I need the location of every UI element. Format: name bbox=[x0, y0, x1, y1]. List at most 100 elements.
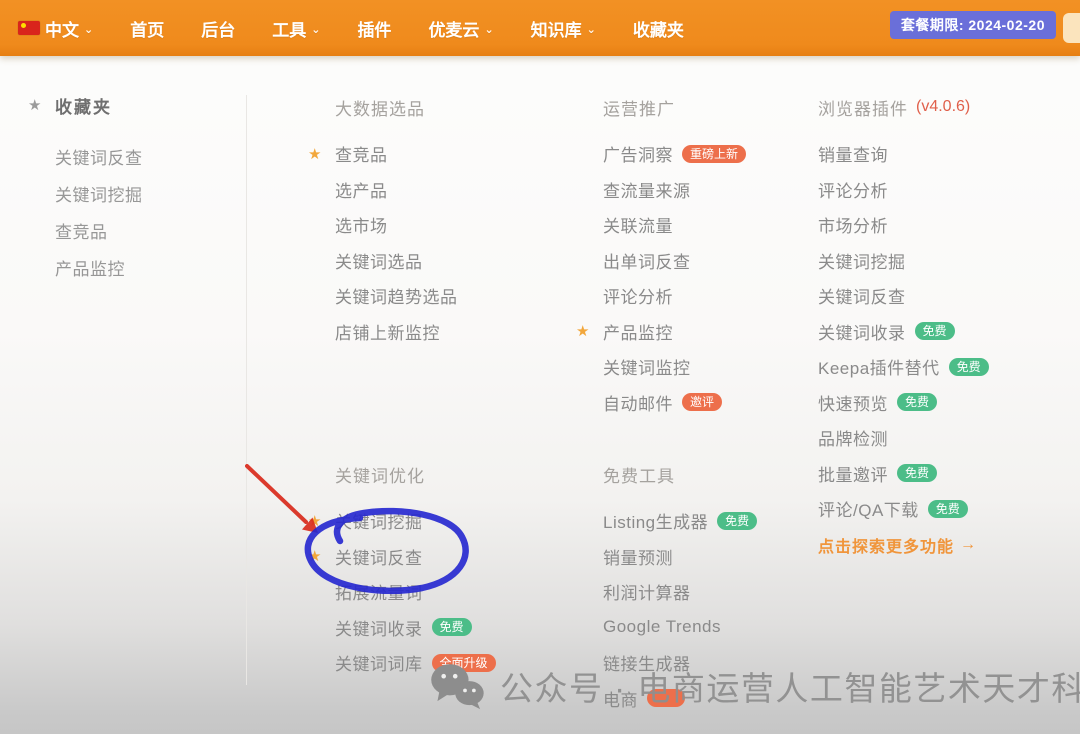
free-badge: 免费 bbox=[717, 512, 757, 530]
nav-favorites[interactable]: 收藏夹 bbox=[633, 16, 684, 41]
free-badge: 免费 bbox=[928, 500, 968, 518]
menu-item-sales-query[interactable]: 销量查询 bbox=[818, 136, 989, 172]
menu-item-keepa-alternative[interactable]: Keepa插件替代免费 bbox=[818, 349, 989, 385]
nav-backend-label: 后台 bbox=[201, 16, 235, 41]
menu-item-auto-email[interactable]: 自动邮件邀评 bbox=[576, 385, 746, 421]
menu-item-market-analysis[interactable]: 市场分析 bbox=[818, 207, 989, 243]
menu-item-review-analysis-ext[interactable]: 评论分析 bbox=[818, 172, 989, 208]
chevron-down-icon: ⌄ bbox=[84, 23, 93, 36]
menu-item-keyword-mining-ext[interactable]: 关键词挖掘 bbox=[818, 243, 989, 279]
top-navigation: 中文 ⌄ 首页 后台 工具 ⌄ 插件 优麦云 ⌄ 知识库 ⌄ 收藏夹 套餐期限:… bbox=[0, 0, 1080, 56]
menu-item-review-qa-download[interactable]: 评论/QA下载免费 bbox=[818, 491, 989, 527]
menu-item-keyword-reverse[interactable]: ★关键词反查 bbox=[308, 539, 496, 575]
menu-item-keyword-index[interactable]: 关键词收录免费 bbox=[308, 610, 496, 646]
section-keyword-opt-title: 关键词优化 bbox=[308, 455, 496, 493]
cutoff-nav-icon bbox=[1063, 13, 1080, 43]
china-flag-icon bbox=[18, 21, 40, 35]
nav-knowledge-label: 知识库 bbox=[531, 16, 582, 41]
star-icon: ★ bbox=[308, 145, 335, 163]
new-badge: 重磅上新 bbox=[682, 145, 746, 163]
menu-item-expand-traffic-words[interactable]: 拓展流量词 bbox=[308, 574, 496, 610]
chevron-down-icon: ⌄ bbox=[587, 23, 596, 36]
menu-item-ad-insight[interactable]: 广告洞察重磅上新 bbox=[576, 136, 746, 172]
menu-item-keyword-reverse-ext[interactable]: 关键词反查 bbox=[818, 278, 989, 314]
menu-item-select-product[interactable]: 选产品 bbox=[308, 172, 458, 208]
upgrade-badge: 全面升级 bbox=[432, 654, 496, 672]
menu-item-shop-new-monitor[interactable]: 店铺上新监控 bbox=[308, 314, 458, 350]
menu-item-traffic-source[interactable]: 查流量来源 bbox=[576, 172, 746, 208]
page: 中文 ⌄ 首页 后台 工具 ⌄ 插件 优麦云 ⌄ 知识库 ⌄ 收藏夹 套餐期限:… bbox=[0, 0, 1080, 734]
menu-item-sales-forecast[interactable]: 销量预测 bbox=[576, 539, 757, 575]
extension-version: (v4.0.6) bbox=[916, 98, 970, 116]
menu-item-related-traffic[interactable]: 关联流量 bbox=[576, 207, 746, 243]
section-keyword-opt: 关键词优化 ★关键词挖掘 ★关键词反查 拓展流量词 关键词收录免费 关键词词库全… bbox=[308, 455, 496, 681]
favorites-title-label: 收藏夹 bbox=[55, 93, 112, 118]
nav-backend[interactable]: 后台 bbox=[201, 16, 235, 41]
nav-favorites-label: 收藏夹 bbox=[633, 16, 684, 41]
sidebar-item-keyword-reverse[interactable]: 关键词反查 bbox=[55, 138, 143, 175]
chevron-down-icon: ⌄ bbox=[484, 23, 493, 36]
menu-item-bulk-review-request[interactable]: 批量邀评免费 bbox=[818, 456, 989, 492]
menu-item-keyword-trend-select[interactable]: 关键词趋势选品 bbox=[308, 278, 458, 314]
section-extension: 浏览器插件 (v4.0.6) 销量查询 评论分析 市场分析 关键词挖掘 关键词反… bbox=[818, 88, 989, 557]
section-big-data: 大数据选品 ★查竞品 选产品 选市场 关键词选品 关键词趋势选品 店铺上新监控 bbox=[308, 88, 458, 349]
red-arrow-line bbox=[247, 466, 306, 522]
favorites-title: ★ 收藏夹 bbox=[28, 86, 143, 124]
nav-youmaiyun-label: 优麦云 bbox=[428, 16, 479, 41]
free-badge: 免费 bbox=[897, 393, 937, 411]
menu-item-keyword-thesaurus[interactable]: 关键词词库全面升级 bbox=[308, 645, 496, 681]
nav-plugin[interactable]: 插件 bbox=[357, 16, 391, 41]
favorites-sidebar: ★ 收藏夹 关键词反查 关键词挖掘 查竞品 产品监控 bbox=[28, 86, 143, 286]
plan-expiry-badge: 套餐期限: 2024-02-20 bbox=[890, 11, 1056, 39]
menu-item-order-word-reverse[interactable]: 出单词反查 bbox=[576, 243, 746, 279]
chevron-down-icon: ⌄ bbox=[311, 23, 320, 36]
menu-item-review-analysis[interactable]: 评论分析 bbox=[576, 278, 746, 314]
menu-item-keyword-monitor[interactable]: 关键词监控 bbox=[576, 349, 746, 385]
menu-item-product-monitor[interactable]: ★产品监控 bbox=[576, 314, 746, 350]
section-operation-title: 运营推广 bbox=[576, 88, 746, 126]
star-icon: ★ bbox=[28, 96, 55, 114]
free-badge: 免费 bbox=[915, 322, 955, 340]
section-free-tools: 免费工具 Listing生成器免费 销量预测 利润计算器 Google Tren… bbox=[576, 455, 757, 716]
menu-item-competitor-check[interactable]: ★查竞品 bbox=[308, 136, 458, 172]
nav-language[interactable]: 中文 ⌄ bbox=[18, 16, 93, 41]
sidebar-item-keyword-mining[interactable]: 关键词挖掘 bbox=[55, 175, 143, 212]
menu-item-keyword-mining[interactable]: ★关键词挖掘 bbox=[308, 503, 496, 539]
menu-item-select-market[interactable]: 选市场 bbox=[308, 207, 458, 243]
nav-language-label: 中文 bbox=[45, 16, 79, 41]
orange-badge bbox=[647, 689, 685, 707]
nav-tools-label: 工具 bbox=[272, 16, 306, 41]
section-operation: 运营推广 广告洞察重磅上新 查流量来源 关联流量 出单词反查 评论分析 ★产品监… bbox=[576, 88, 746, 420]
nav-home-label: 首页 bbox=[130, 16, 164, 41]
sidebar-item-competitor-check[interactable]: 查竞品 bbox=[55, 212, 143, 249]
section-extension-title: 浏览器插件 (v4.0.6) bbox=[818, 88, 989, 126]
nav-tools[interactable]: 工具 ⌄ bbox=[272, 16, 320, 41]
free-badge: 免费 bbox=[432, 618, 472, 636]
star-icon: ★ bbox=[308, 512, 335, 530]
section-free-tools-title: 免费工具 bbox=[576, 455, 757, 493]
sidebar-item-product-monitor[interactable]: 产品监控 bbox=[55, 249, 143, 286]
explore-more-link[interactable]: 点击探索更多功能 → bbox=[818, 533, 989, 557]
sidebar-divider bbox=[246, 95, 247, 685]
free-badge: 免费 bbox=[949, 358, 989, 376]
nav-plugin-label: 插件 bbox=[357, 16, 391, 41]
menu-item-listing-generator[interactable]: Listing生成器免费 bbox=[576, 503, 757, 539]
menu-item-brand-check[interactable]: 品牌检测 bbox=[818, 420, 989, 456]
star-icon: ★ bbox=[308, 547, 335, 565]
menu-item-quick-preview[interactable]: 快速预览免费 bbox=[818, 385, 989, 421]
arrow-right-icon: → bbox=[960, 536, 977, 554]
extension-title-label: 浏览器插件 bbox=[818, 95, 908, 120]
free-badge: 免费 bbox=[897, 464, 937, 482]
nav-knowledge[interactable]: 知识库 ⌄ bbox=[531, 16, 596, 41]
star-icon: ★ bbox=[576, 322, 603, 340]
menu-item-google-trends[interactable]: Google Trends bbox=[576, 610, 757, 646]
menu-item-keyword-select[interactable]: 关键词选品 bbox=[308, 243, 458, 279]
nav-home[interactable]: 首页 bbox=[130, 16, 164, 41]
menu-item-profit-calculator[interactable]: 利润计算器 bbox=[576, 574, 757, 610]
review-badge: 邀评 bbox=[682, 393, 722, 411]
nav-youmaiyun[interactable]: 优麦云 ⌄ bbox=[428, 16, 493, 41]
menu-item-ecommerce-obscured[interactable]: 电商 bbox=[576, 681, 757, 717]
menu-item-link-generator[interactable]: 链接生成器 bbox=[576, 645, 757, 681]
section-big-data-title: 大数据选品 bbox=[308, 88, 458, 126]
menu-item-keyword-index-ext[interactable]: 关键词收录免费 bbox=[818, 314, 989, 350]
